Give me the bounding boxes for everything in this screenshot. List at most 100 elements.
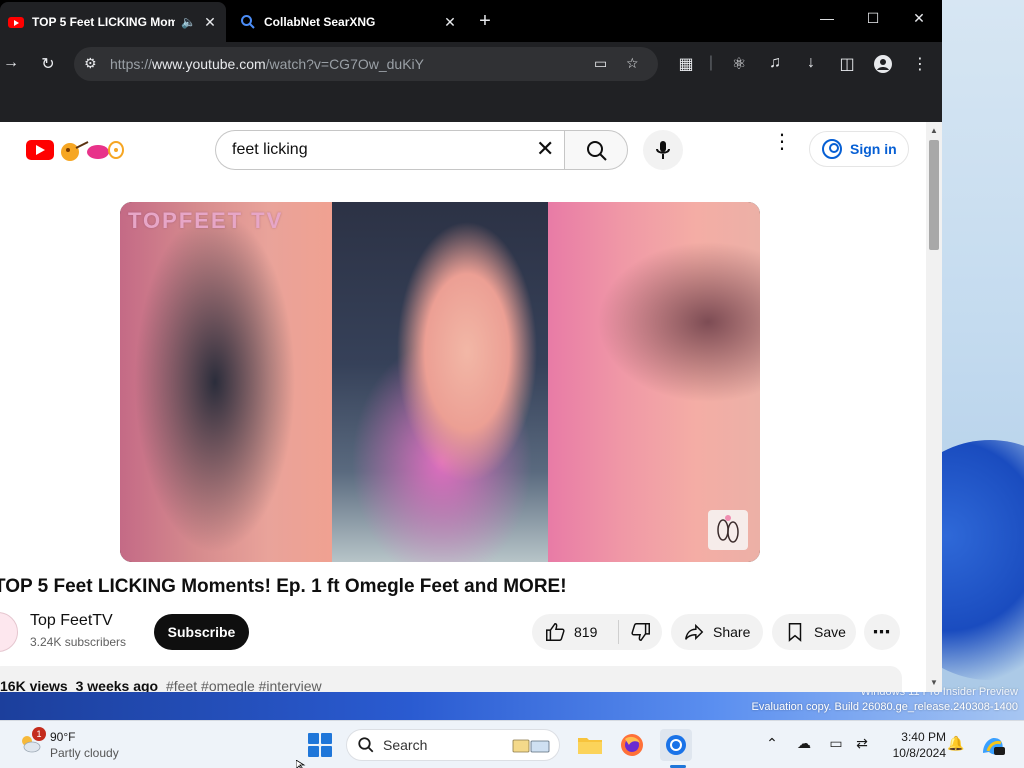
search-input[interactable]	[215, 130, 565, 170]
extensions-icon[interactable]: ▦	[675, 54, 697, 74]
show-hidden-icons-chevron-icon[interactable]: ⌃	[762, 735, 782, 755]
search-button[interactable]	[564, 130, 628, 170]
account-icon	[822, 139, 842, 159]
share-button[interactable]: Share	[671, 614, 763, 650]
hashtag[interactable]: #feet	[166, 678, 197, 692]
sign-in-button[interactable]: Sign in	[809, 131, 909, 167]
search-icon	[587, 141, 607, 161]
taskbar-search[interactable]: Search	[346, 729, 560, 761]
notification-badge: 1	[32, 727, 46, 741]
speaker-icon[interactable]: 🔈	[181, 15, 196, 29]
clock[interactable]: 3:40 PM 10/8/2024	[880, 729, 946, 761]
windows-logo-icon	[321, 733, 332, 744]
weather-condition: Partly cloudy	[50, 746, 119, 760]
video-title: TOP 5 Feet LICKING Moments! Ep. 1 ft Ome…	[0, 576, 567, 597]
display-icon[interactable]: ▭	[826, 735, 846, 755]
taskbar-search-label: Search	[383, 737, 428, 753]
video-frame-center	[332, 202, 548, 562]
address-bar[interactable]: ⚙ https://www.youtube.com/watch?v=CG7Ow_…	[74, 47, 658, 81]
url-text: https://www.youtube.com/watch?v=CG7Ow_du…	[110, 56, 424, 72]
more-actions-button[interactable]: ⋯	[864, 614, 900, 650]
forward-icon[interactable]: →	[0, 54, 22, 72]
site-info-icon[interactable]: ⚙	[84, 55, 97, 72]
media-controls-icon[interactable]: ♫	[764, 54, 786, 72]
view-count: 16K views	[0, 678, 68, 692]
labs-flask-icon[interactable]: ⚛	[728, 54, 750, 74]
channel-watermark-icon[interactable]	[708, 510, 748, 550]
channel-avatar[interactable]	[0, 612, 18, 652]
reload-icon[interactable]: ↻	[37, 54, 59, 74]
temperature: 90°F	[50, 730, 76, 744]
browser-toolbar: → ↻ ⚙ https://www.youtube.com/watch?v=CG…	[0, 42, 942, 86]
maximize-icon[interactable]: ☐	[850, 10, 896, 27]
browser-menu-icon[interactable]: ⋮	[909, 54, 931, 74]
like-count: 819	[574, 624, 598, 640]
tab-title: TOP 5 Feet LICKING Moments! Ep. 1 ft Ome…	[32, 15, 176, 29]
bookmarks-bar	[0, 86, 942, 122]
thumbs-down-icon	[630, 623, 650, 641]
upload-age: 3 weeks ago	[75, 678, 159, 692]
more-horizontal-icon: ⋯	[872, 621, 892, 642]
start-button[interactable]	[308, 733, 332, 757]
page-scrollbar[interactable]: ▲ ▼	[926, 122, 942, 692]
chrome-icon[interactable]	[660, 729, 692, 761]
youtube-doodle-icon[interactable]	[58, 138, 126, 164]
like-button[interactable]: 819	[532, 614, 618, 650]
download-icon[interactable]: ↓	[800, 54, 822, 72]
minimize-icon[interactable]: —	[804, 10, 850, 26]
tab-strip: TOP 5 Feet LICKING Moments! Ep. 1 ft Ome…	[0, 0, 942, 42]
search-icon	[241, 15, 255, 29]
tab-searxng[interactable]: CollabNet SearXNG ✕	[232, 2, 466, 42]
bookmark-icon	[788, 623, 802, 642]
thumbs-up-icon	[546, 623, 565, 641]
hashtag-list: #feet #omegle #interview	[166, 678, 322, 692]
taskbar: 1 90°F Partly cloudy Search ⌃ ☁ ▭ ⇄ 3:40…	[0, 720, 1024, 768]
firefox-icon[interactable]	[616, 729, 648, 761]
new-tab-button[interactable]: +	[474, 10, 496, 33]
subscribe-button[interactable]: Subscribe	[154, 614, 249, 650]
install-app-icon[interactable]: ▭	[594, 55, 607, 72]
channel-name[interactable]: Top FeetTV	[30, 612, 113, 630]
hashtag[interactable]: #interview	[259, 678, 322, 692]
onedrive-offline-icon[interactable]: ☁	[794, 735, 814, 755]
share-label: Share	[713, 624, 751, 640]
save-button[interactable]: Save	[772, 614, 856, 650]
search-highlight-icon	[512, 739, 550, 753]
profile-icon[interactable]	[872, 54, 894, 79]
file-explorer-icon[interactable]	[574, 729, 606, 761]
description-box[interactable]: 16K views 3 weeks ago #feet #omegle #int…	[0, 666, 902, 692]
windows-logo-icon	[321, 746, 332, 757]
copilot-icon[interactable]	[980, 735, 1006, 755]
toolbar-divider: |	[708, 54, 714, 71]
clear-search-icon[interactable]: ✕	[536, 136, 554, 162]
scrollbar-thumb[interactable]	[929, 140, 939, 250]
windows-logo-icon	[308, 746, 319, 757]
video-player[interactable]: TOPFEET TV	[120, 202, 760, 562]
clock-time: 3:40 PM	[901, 730, 946, 744]
voice-search-button[interactable]	[643, 130, 683, 170]
close-tab-icon[interactable]: ✕	[442, 14, 458, 31]
video-overlay-text: TOPFEET TV	[128, 208, 284, 233]
youtube-icon	[8, 16, 24, 28]
clock-date: 10/8/2024	[892, 746, 946, 760]
scroll-up-icon[interactable]: ▲	[930, 126, 938, 135]
scroll-down-icon[interactable]: ▼	[930, 678, 938, 687]
settings-menu-icon[interactable]: ⋮	[772, 132, 792, 152]
close-tab-icon[interactable]: ✕	[202, 14, 218, 31]
video-frame-right	[548, 202, 760, 562]
side-panel-icon[interactable]: ◫	[836, 54, 858, 74]
sign-in-label: Sign in	[850, 141, 897, 157]
windows-watermark-line2: Evaluation copy. Build 26080.ge_release.…	[751, 701, 1018, 713]
notification-bell-icon[interactable]: 🔔	[946, 735, 966, 755]
close-window-icon[interactable]: ✕	[896, 10, 942, 27]
tab-youtube[interactable]: TOP 5 Feet LICKING Moments! Ep. 1 ft Ome…	[0, 2, 226, 42]
hashtag[interactable]: #omegle	[201, 678, 255, 692]
video-frame-left	[120, 202, 332, 562]
dislike-button[interactable]	[619, 621, 662, 643]
network-icon[interactable]: ⇄	[852, 735, 872, 755]
subscriber-count: 3.24K subscribers	[30, 635, 127, 649]
tab-title: CollabNet SearXNG	[264, 15, 376, 29]
youtube-logo[interactable]	[26, 140, 54, 160]
weather-widget[interactable]: 1 90°F Partly cloudy	[16, 727, 146, 763]
bookmark-star-icon[interactable]: ☆	[626, 55, 639, 72]
